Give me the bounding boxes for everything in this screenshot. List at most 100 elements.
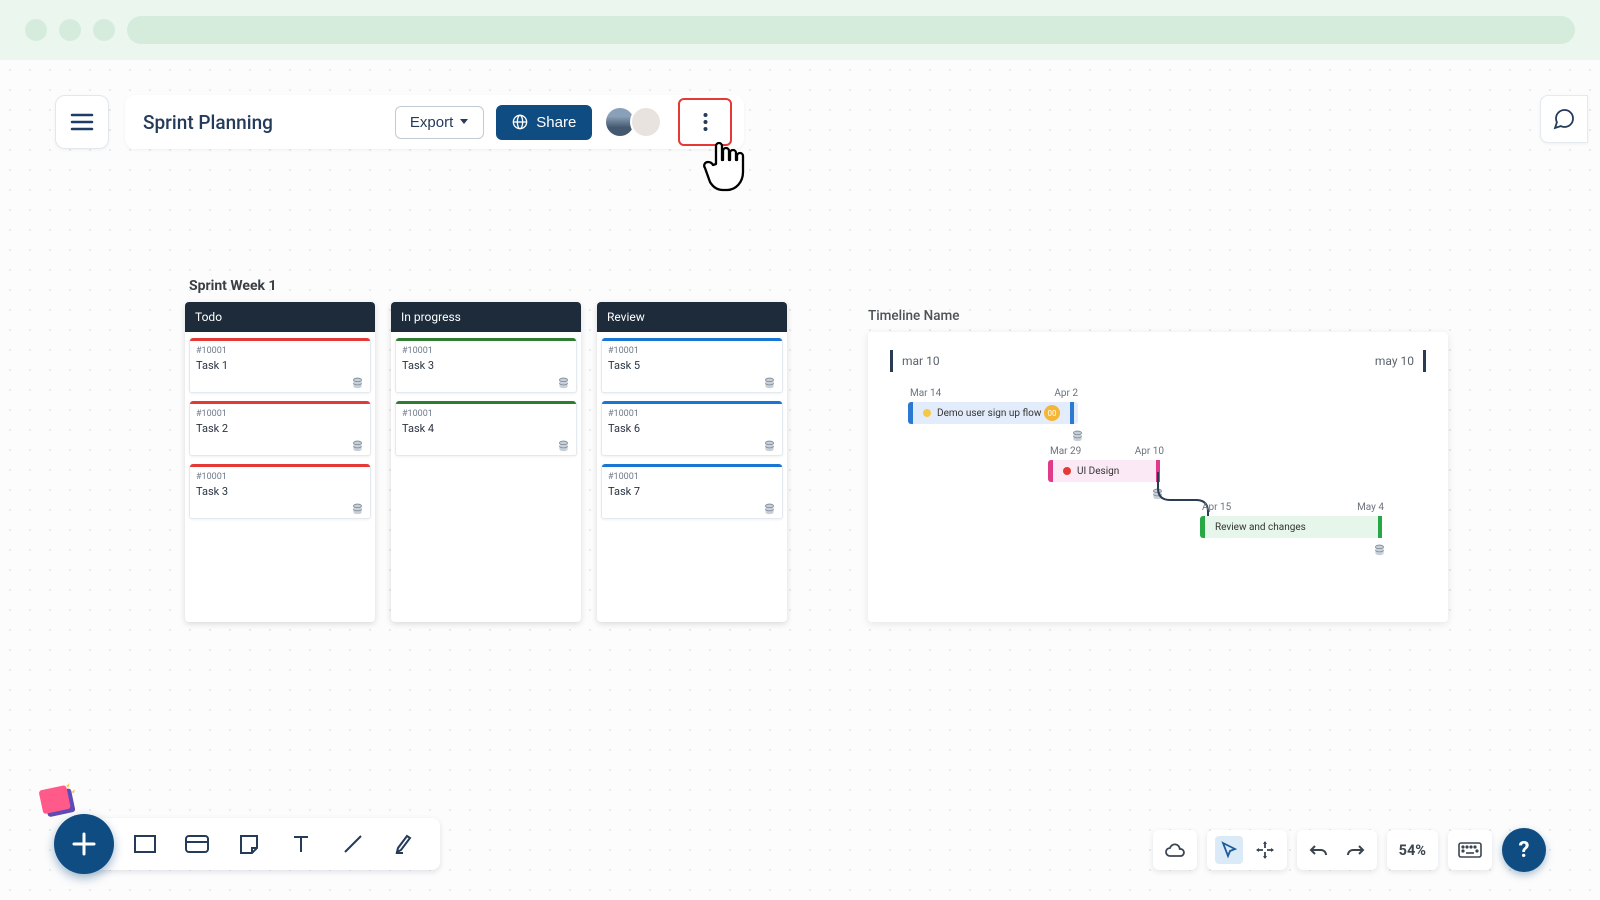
- plus-icon: [70, 830, 98, 858]
- kanban-column[interactable]: Review #10001 Task 5 #10001 Task 6 #10001 Task…: [597, 302, 787, 622]
- database-icon: [351, 438, 365, 452]
- database-icon: [351, 375, 365, 389]
- card-id: #10001: [402, 346, 570, 356]
- hamburger-menu-button[interactable]: [55, 95, 109, 149]
- database-icon: [557, 438, 571, 452]
- url-bar: [127, 16, 1575, 44]
- kanban-column[interactable]: Todo #10001 Task 1 #10001 Task 2 #10001 Task 3: [185, 302, 375, 622]
- card-id: #10001: [196, 346, 364, 356]
- database-icon: [1071, 428, 1084, 447]
- rectangle-shape-button[interactable]: [130, 829, 160, 859]
- window-dots: [25, 19, 115, 41]
- card-id: #10001: [402, 409, 570, 419]
- globe-icon: [512, 114, 528, 130]
- board-title[interactable]: Sprint Planning: [143, 111, 383, 134]
- card-id: #10001: [608, 409, 776, 419]
- help-label: ?: [1519, 838, 1530, 863]
- add-fab-button[interactable]: [54, 814, 114, 874]
- help-button[interactable]: ?: [1502, 828, 1546, 872]
- timeline-item-end: Apr 2: [1054, 388, 1078, 399]
- cloud-sync-icon[interactable]: [1161, 836, 1189, 864]
- timeline-item-label: UI Design: [1077, 466, 1119, 477]
- kanban-column-header: Todo: [185, 302, 375, 332]
- database-icon: [763, 375, 777, 389]
- timeline-item[interactable]: Mar 29 Apr 10 UI Design: [1048, 460, 1158, 482]
- timeline-item-label: Review and changes: [1215, 522, 1306, 533]
- card-title: Task 2: [196, 422, 364, 435]
- text-button[interactable]: [286, 829, 316, 859]
- card-id: #10001: [608, 472, 776, 482]
- kanban-column-header: Review: [597, 302, 787, 332]
- timeline-item[interactable]: Mar 14 Apr 2 Demo user sign up flow 00: [908, 402, 1078, 424]
- kanban-card[interactable]: #10001 Task 1: [189, 338, 371, 393]
- kanban-board[interactable]: Sprint Week 1 Todo #10001 Task 1 #10001 Task…: [185, 278, 795, 622]
- kanban-card[interactable]: #10001 Task 7: [601, 464, 783, 519]
- timeline-title: Timeline Name: [868, 308, 1448, 324]
- card-shape-button[interactable]: [182, 829, 212, 859]
- pan-tool-button[interactable]: [1251, 836, 1279, 864]
- timeline-item-start: Apr 15: [1202, 502, 1231, 513]
- caret-down-icon: [459, 118, 469, 126]
- kanban-column-header: In progress: [391, 302, 581, 332]
- kanban-column[interactable]: In progress #10001 Task 3 #10001 Task 4: [391, 302, 581, 622]
- kanban-card[interactable]: #10001 Task 3: [189, 464, 371, 519]
- card-id: #10001: [196, 409, 364, 419]
- chat-bubble-icon: [1552, 107, 1576, 131]
- avatar[interactable]: [630, 106, 662, 138]
- pointer-tool-button[interactable]: [1215, 836, 1243, 864]
- collaborator-avatars[interactable]: [604, 106, 662, 138]
- timeline-end-label: may 10: [1375, 354, 1414, 368]
- board-section-title: Sprint Week 1: [185, 278, 795, 294]
- timeline-item-label: Demo user sign up flow: [937, 408, 1041, 419]
- timeline-item-start: Mar 14: [910, 388, 941, 399]
- card-title: Task 4: [402, 422, 570, 435]
- database-icon: [557, 375, 571, 389]
- card-title: Task 3: [196, 485, 364, 498]
- kanban-card[interactable]: #10001 Task 2: [189, 401, 371, 456]
- database-icon: [763, 501, 777, 515]
- database-icon: [763, 438, 777, 452]
- timeline-panel[interactable]: Timeline Name mar 10 may 10 Mar 14 Apr 2…: [868, 308, 1448, 622]
- sticky-note-button[interactable]: [234, 829, 264, 859]
- card-id: #10001: [608, 346, 776, 356]
- database-icon: [351, 501, 365, 515]
- highlighter-button[interactable]: [390, 829, 420, 859]
- view-controls: 54% ?: [1153, 828, 1546, 872]
- card-id: #10001: [196, 472, 364, 482]
- card-title: Task 3: [402, 359, 570, 372]
- card-title: Task 1: [196, 359, 364, 372]
- kanban-card[interactable]: #10001 Task 3: [395, 338, 577, 393]
- status-dot-icon: [1063, 467, 1071, 475]
- title-bar: Sprint Planning Export Share: [125, 95, 744, 149]
- comments-button[interactable]: [1540, 95, 1588, 143]
- undo-button[interactable]: [1305, 836, 1333, 864]
- card-title: Task 6: [608, 422, 776, 435]
- card-title: Task 7: [608, 485, 776, 498]
- redo-button[interactable]: [1341, 836, 1369, 864]
- timeline-item-end: Apr 10: [1135, 446, 1164, 457]
- browser-chrome: [0, 0, 1600, 60]
- zoom-level[interactable]: 54%: [1395, 842, 1430, 859]
- shape-toolbar: [54, 814, 440, 874]
- kanban-card[interactable]: #10001 Task 4: [395, 401, 577, 456]
- database-icon: [1373, 542, 1386, 561]
- line-button[interactable]: [338, 829, 368, 859]
- database-icon: [1151, 486, 1164, 505]
- timeline-item-end: May 4: [1357, 502, 1384, 513]
- more-options-button[interactable]: [678, 98, 732, 146]
- timeline-item[interactable]: Apr 15 May 4 Review and changes: [1200, 516, 1380, 538]
- timeline-item-start: Mar 29: [1050, 446, 1081, 457]
- share-button[interactable]: Share: [496, 105, 592, 140]
- timeline-start-label: mar 10: [902, 354, 940, 368]
- kanban-card[interactable]: #10001 Task 5: [601, 338, 783, 393]
- timeline-start-marker: [890, 350, 893, 372]
- kanban-card[interactable]: #10001 Task 6: [601, 401, 783, 456]
- more-vertical-icon: [703, 112, 708, 132]
- export-button[interactable]: Export: [395, 106, 484, 139]
- status-dot-icon: [923, 409, 931, 417]
- count-badge: 00: [1044, 405, 1060, 421]
- card-title: Task 5: [608, 359, 776, 372]
- canvas[interactable]: Sprint Planning Export Share Sprin: [0, 60, 1600, 900]
- timeline-end-marker: [1423, 350, 1426, 372]
- keyboard-shortcuts-button[interactable]: [1456, 836, 1484, 864]
